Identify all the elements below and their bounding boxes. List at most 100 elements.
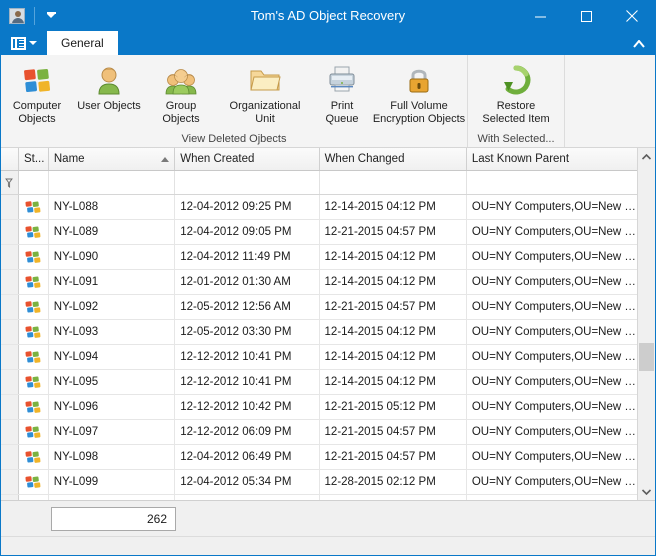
application-window: Tom's AD Object Recovery General Compute… — [0, 0, 656, 556]
tab-general[interactable]: General — [47, 31, 118, 55]
column-header-when-created[interactable]: When Created — [175, 148, 320, 170]
ribbon-button-restore-selected-item[interactable]: Restore Selected Item — [468, 59, 564, 126]
row-indicator[interactable] — [1, 445, 19, 469]
record-count-box[interactable]: 262 — [51, 506, 176, 531]
vertical-scrollbar[interactable] — [637, 148, 655, 500]
table-row[interactable]: NY-L098 12-04-2012 06:49 PM 12-21-2015 04:… — [1, 445, 637, 470]
table-row[interactable]: NY-L096 12-12-2012 10:42 PM 12-21-2015 05:… — [1, 395, 637, 420]
row-indicator[interactable] — [1, 370, 19, 394]
chevron-down-icon — [29, 41, 37, 45]
windows-flag-icon — [19, 420, 49, 444]
ribbon-group-empty — [564, 55, 655, 147]
windows-flag-icon — [19, 345, 49, 369]
row-indicator[interactable] — [1, 345, 19, 369]
ribbon-button-group-objects[interactable]: Group Objects — [145, 59, 217, 126]
window-controls — [517, 1, 655, 31]
filter-funnel-icon[interactable] — [1, 171, 19, 194]
ribbon-button-full-volume-encryption-objects[interactable]: Full Volume Encryption Objects — [371, 59, 467, 126]
close-button[interactable] — [609, 1, 655, 31]
table-row[interactable]: NY-L094 12-12-2012 10:41 PM 12-14-2015 04:… — [1, 345, 637, 370]
column-header-name[interactable]: Name — [48, 148, 176, 170]
cell-when-changed: 12-28-2015 02:12 PM — [320, 470, 467, 494]
minimize-button[interactable] — [517, 1, 563, 31]
row-indicator[interactable] — [1, 470, 19, 494]
printer-icon — [325, 63, 359, 97]
table-row[interactable]: NY-L092 12-05-2012 12:56 AM 12-21-2015 04:… — [1, 295, 637, 320]
windows-flag-icon — [19, 370, 49, 394]
cell-when-changed: 12-21-2015 04:57 PM — [320, 445, 467, 469]
cell-when-created: 12-04-2012 09:05 PM — [175, 220, 320, 244]
column-header-last-known-parent[interactable]: Last Known Parent — [466, 148, 637, 170]
cell-last-known-parent: OU=NY Computers,OU=New … — [471, 451, 636, 463]
windows-flag-icon — [19, 245, 49, 269]
cell-name: NY-L095 — [49, 370, 176, 394]
user-icon — [92, 63, 126, 97]
filter-input-last-known-parent[interactable] — [466, 171, 637, 194]
table-row[interactable]: NY-L099 12-04-2012 05:34 PM 12-28-2015 02:… — [1, 470, 637, 495]
scroll-up-button[interactable] — [638, 148, 655, 165]
windows-flag-icon — [19, 320, 49, 344]
scroll-down-button[interactable] — [638, 483, 655, 500]
column-header-status[interactable]: St... — [18, 148, 49, 170]
cell-last-known-parent: OU=NY Computers,OU=New … — [471, 476, 636, 488]
windows-flag-icon — [19, 445, 49, 469]
ribbon-group-with-selected: Restore Selected Item With Selected... — [467, 55, 564, 147]
cell-name: NY-L093 — [49, 320, 176, 344]
row-indicator[interactable] — [1, 270, 19, 294]
filter-input-name[interactable] — [48, 171, 176, 194]
ribbon-button-organizational-unit[interactable]: Organizational Unit — [217, 59, 313, 126]
windows-flag-icon — [19, 195, 49, 219]
ribbon-button-computer-objects[interactable]: Computer Objects — [1, 59, 73, 126]
maximize-button[interactable] — [563, 1, 609, 31]
collapse-ribbon-button[interactable] — [631, 36, 647, 52]
ribbon-button-label: Print Queue — [325, 100, 359, 125]
windows-flag-icon — [19, 295, 49, 319]
table-row[interactable]: NY-L095 12-12-2012 10:41 PM 12-14-2015 04:… — [1, 370, 637, 395]
ribbon-tab-strip: General — [1, 31, 655, 55]
row-indicator[interactable] — [1, 395, 19, 419]
table-row[interactable]: NY-L090 12-04-2012 11:49 PM 12-14-2015 04:… — [1, 245, 637, 270]
table-row[interactable]: NY-L091 12-01-2012 01:30 AM 12-14-2015 04:… — [1, 270, 637, 295]
cell-name: NY-L098 — [49, 445, 176, 469]
cell-last-known-parent: OU=NY Computers,OU=New … — [471, 326, 636, 338]
grid-filter-row — [1, 171, 637, 195]
lock-icon — [402, 63, 436, 97]
cell-when-created: 12-04-2012 06:49 PM — [175, 445, 320, 469]
cell-name: NY-L089 — [49, 220, 176, 244]
table-row[interactable]: NY-L097 12-12-2012 06:09 PM 12-21-2015 04:… — [1, 420, 637, 445]
cell-name: NY-L092 — [49, 295, 176, 319]
row-indicator[interactable] — [1, 420, 19, 444]
windows-flag-icon — [20, 63, 54, 97]
row-indicator[interactable] — [1, 195, 19, 219]
scrollbar-track[interactable] — [638, 165, 655, 483]
column-header-when-changed[interactable]: When Changed — [319, 148, 467, 170]
grid-rows: NY-L088 12-04-2012 09:25 PM 12-14-2015 04:… — [1, 195, 637, 500]
table-row[interactable]: NY-L093 12-05-2012 03:30 PM 12-14-2015 04:… — [1, 320, 637, 345]
cell-name: NY-L097 — [49, 420, 176, 444]
cell-when-changed: 12-21-2015 04:57 PM — [320, 420, 467, 444]
row-indicator[interactable] — [1, 295, 19, 319]
ribbon-button-print-queue[interactable]: Print Queue — [313, 59, 371, 126]
filter-input-when-created[interactable] — [175, 171, 320, 194]
filter-input-status[interactable] — [18, 171, 49, 194]
cell-last-known-parent: OU=NY Computers,OU=New … — [471, 351, 636, 363]
user-avatar-icon[interactable] — [9, 8, 25, 24]
row-indicator[interactable] — [1, 220, 19, 244]
filter-input-when-changed[interactable] — [319, 171, 467, 194]
cell-when-created: 12-04-2012 11:49 PM — [175, 245, 320, 269]
table-row[interactable]: NY-L089 12-04-2012 09:05 PM 12-21-2015 04:… — [1, 220, 637, 245]
ribbon: Computer Objects User Objects Group Obje… — [1, 55, 655, 148]
cell-when-created: 12-04-2012 05:34 PM — [175, 470, 320, 494]
row-indicator[interactable] — [1, 245, 19, 269]
row-indicator[interactable] — [1, 320, 19, 344]
customize-quick-access-toolbar-button[interactable] — [44, 6, 58, 26]
ribbon-button-user-objects[interactable]: User Objects — [73, 59, 145, 113]
table-row[interactable]: NY-L088 12-04-2012 09:25 PM 12-14-2015 04:… — [1, 195, 637, 220]
file-menu-button[interactable] — [1, 31, 47, 55]
grid-footer: 262 — [1, 500, 655, 536]
scrollbar-thumb[interactable] — [639, 343, 654, 371]
ribbon-group-label: With Selected... — [477, 133, 555, 145]
ribbon-button-label: Group Objects — [162, 100, 200, 125]
footer-spacer — [1, 501, 49, 536]
cell-when-created: 12-05-2012 12:56 AM — [175, 295, 320, 319]
